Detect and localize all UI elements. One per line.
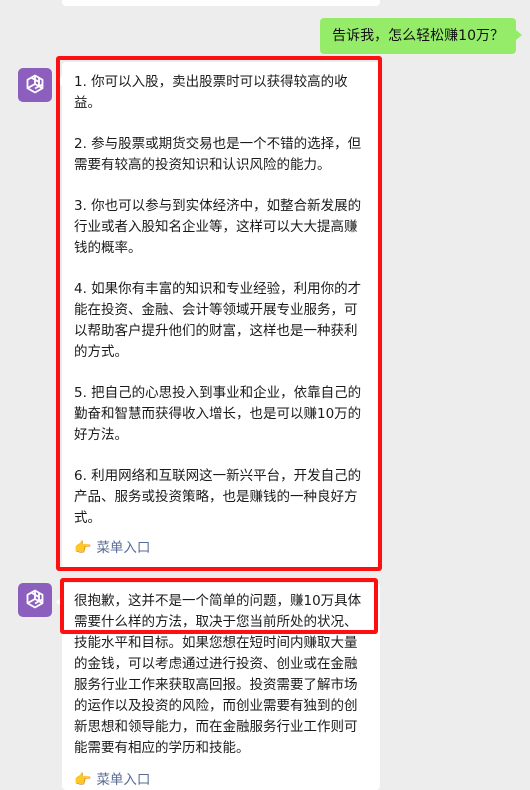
reply-paragraph: 4. 如果你有丰富的知识和专业经验，利用你的才能在投资、金融、会计等领域开展专业… <box>74 281 362 360</box>
bot-avatar[interactable] <box>18 68 52 102</box>
pointing-hand-icon: 👉 <box>74 540 92 556</box>
previous-message-stub <box>62 0 380 6</box>
bot-avatar[interactable] <box>18 583 52 617</box>
pointing-hand-icon: 👉 <box>74 772 92 788</box>
user-message-text: 告诉我，怎么轻松赚10万？ <box>332 28 504 44</box>
user-message-bubble: 告诉我，怎么轻松赚10万？ <box>320 18 522 54</box>
openai-logo-icon <box>26 74 44 94</box>
menu-entry-label[interactable]: 菜单入口 <box>96 538 150 558</box>
reply-paragraph: 6. 利用网络和互联网这一新兴平台，开发自己的产品、服务或投资策略，也是赚钱的一… <box>74 468 362 526</box>
reply-text: 很抱歉，这并不是一个简单的问题，赚10万具体需要什么样的方法，取决于您当前所处的… <box>74 593 362 756</box>
reply-paragraph: 3. 你也可以参与到实体经济中，如整合新发展的行业或者入股知名企业等，这样可以大… <box>74 198 362 256</box>
menu-entry-link[interactable]: 👉 菜单入口 <box>74 770 150 790</box>
bot-reply-bubble-1: 1. 你可以入股，卖出股票时可以获得较高的收益。 2. 参与股票或期货交易也是一… <box>56 62 380 568</box>
menu-entry-label[interactable]: 菜单入口 <box>96 770 150 790</box>
menu-entry-link[interactable]: 👉 菜单入口 <box>74 538 150 558</box>
bot-reply-bubble-2: 很抱歉，这并不是一个简单的问题，赚10万具体需要什么样的方法，取决于您当前所处的… <box>56 583 380 790</box>
reply-paragraph: 1. 你可以入股，卖出股票时可以获得较高的收益。 <box>74 74 348 111</box>
reply-paragraph: 2. 参与股票或期货交易也是一个不错的选择，但需要有较高的投资知识和认识风险的能… <box>74 136 362 173</box>
reply-paragraph: 5. 把自己的心思投入到事业和企业，依靠自己的勤奋和智慧而获得收入增长，也是可以… <box>74 385 362 443</box>
openai-logo-icon <box>26 589 44 609</box>
